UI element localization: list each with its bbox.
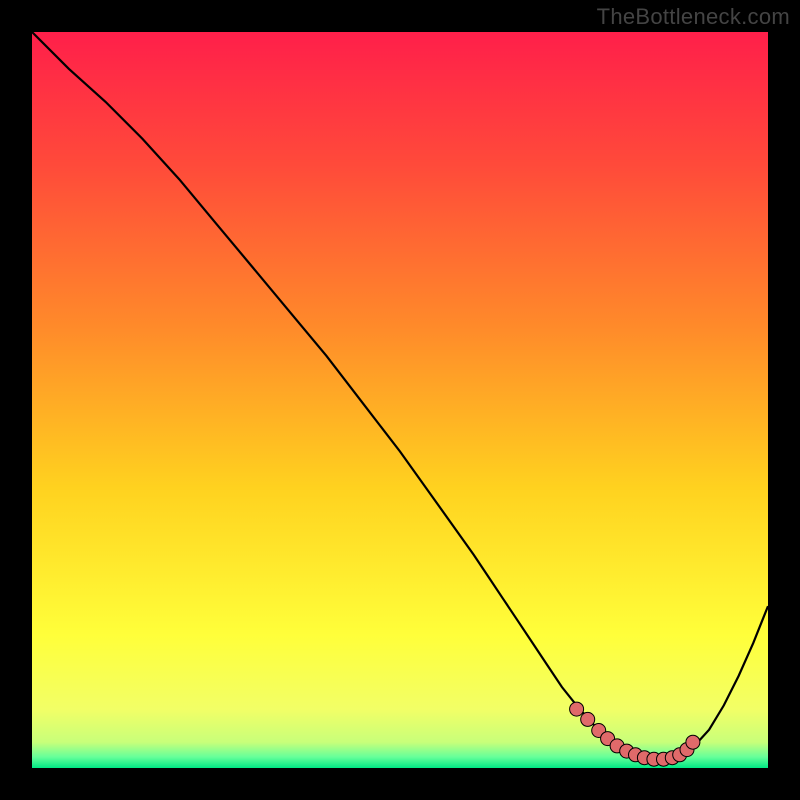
gradient-background	[32, 32, 768, 768]
plot-area	[32, 32, 768, 768]
optimal-dot	[686, 735, 700, 749]
optimal-dot	[570, 702, 584, 716]
watermark-text: TheBottleneck.com	[597, 4, 790, 30]
chart-frame: TheBottleneck.com	[0, 0, 800, 800]
optimal-dot	[581, 712, 595, 726]
chart-svg	[32, 32, 768, 768]
